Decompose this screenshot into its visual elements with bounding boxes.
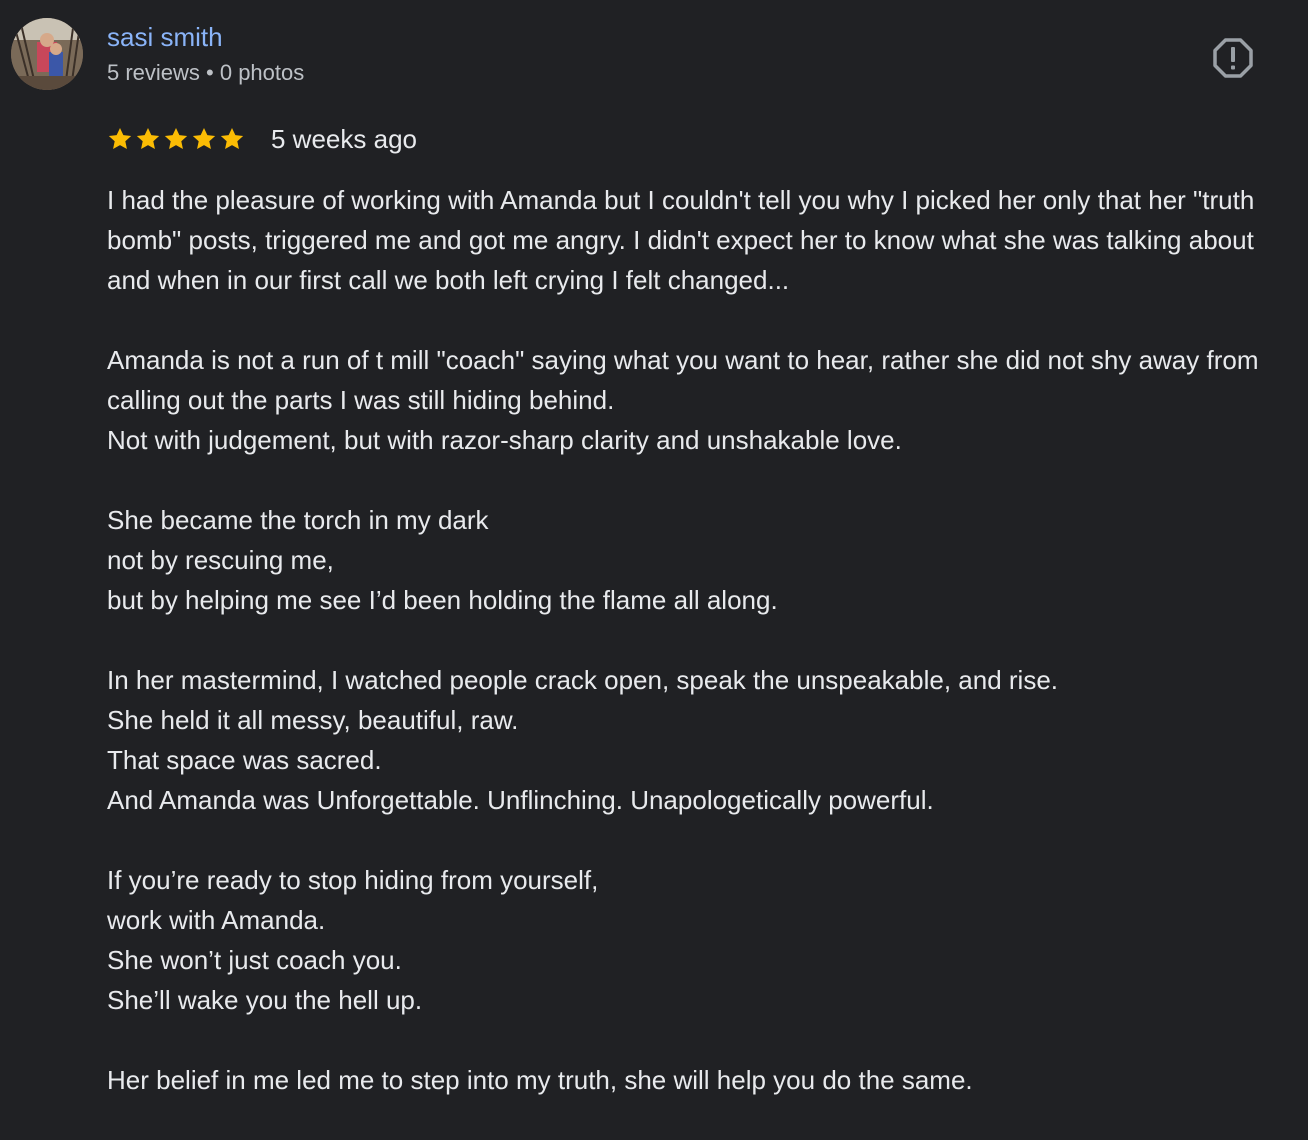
report-button[interactable] — [1211, 36, 1255, 80]
review-line: Her belief in me led me to step into my … — [107, 1065, 973, 1095]
review-line: She’ll wake you the hell up. — [107, 985, 423, 1015]
review-line: In her mastermind, I watched people crac… — [107, 665, 1059, 695]
review-line: And Amanda was Unforgettable. Unflinchin… — [107, 785, 934, 815]
star-icon — [108, 127, 132, 149]
rating-row: 5 weeks ago — [107, 120, 417, 158]
review-line: She won’t just coach you. — [107, 945, 402, 975]
review-date: 5 weeks ago — [271, 124, 417, 154]
review-paragraph: I had the pleasure of working with Amand… — [107, 180, 1287, 300]
avatar-photo — [11, 18, 83, 90]
star-icon — [164, 127, 188, 149]
author-name-link[interactable]: sasi smith — [107, 20, 223, 54]
author-review-count: 5 reviews • 0 photos — [107, 60, 305, 85]
avatar[interactable] — [11, 18, 83, 90]
star-icon — [192, 127, 216, 149]
star-rating — [107, 126, 245, 152]
review-line: If you’re ready to stop hiding from your… — [107, 865, 599, 895]
review-line: not by rescuing me, — [107, 545, 334, 575]
review-paragraph: Her belief in me led me to step into my … — [107, 1060, 1287, 1100]
review-paragraph: Amanda is not a run of t mill "coach" sa… — [107, 340, 1287, 460]
review-line: She became the torch in my dark — [107, 505, 489, 535]
review-paragraph: In her mastermind, I watched people crac… — [107, 660, 1287, 820]
review-line: but by helping me see I’d been holding t… — [107, 585, 778, 615]
star-icon — [136, 127, 160, 149]
review-line: Not with judgement, but with razor-sharp… — [107, 425, 902, 455]
review-paragraph: She became the torch in my dark not by re… — [107, 500, 1287, 620]
review-line: She held it all messy, beautiful, raw. — [107, 705, 519, 735]
star-icon — [220, 127, 244, 149]
review-paragraph: If you’re ready to stop hiding from your… — [107, 860, 1287, 1020]
review-line: work with Amanda. — [107, 905, 326, 935]
review-line: That space was sacred. — [107, 745, 382, 775]
review-line: I had the pleasure of working with Amand… — [107, 185, 1255, 295]
review-line: Amanda is not a run of t mill "coach" sa… — [107, 345, 1259, 415]
report-flag-icon — [1213, 38, 1253, 78]
review-text: I had the pleasure of working with Amand… — [107, 180, 1287, 1140]
